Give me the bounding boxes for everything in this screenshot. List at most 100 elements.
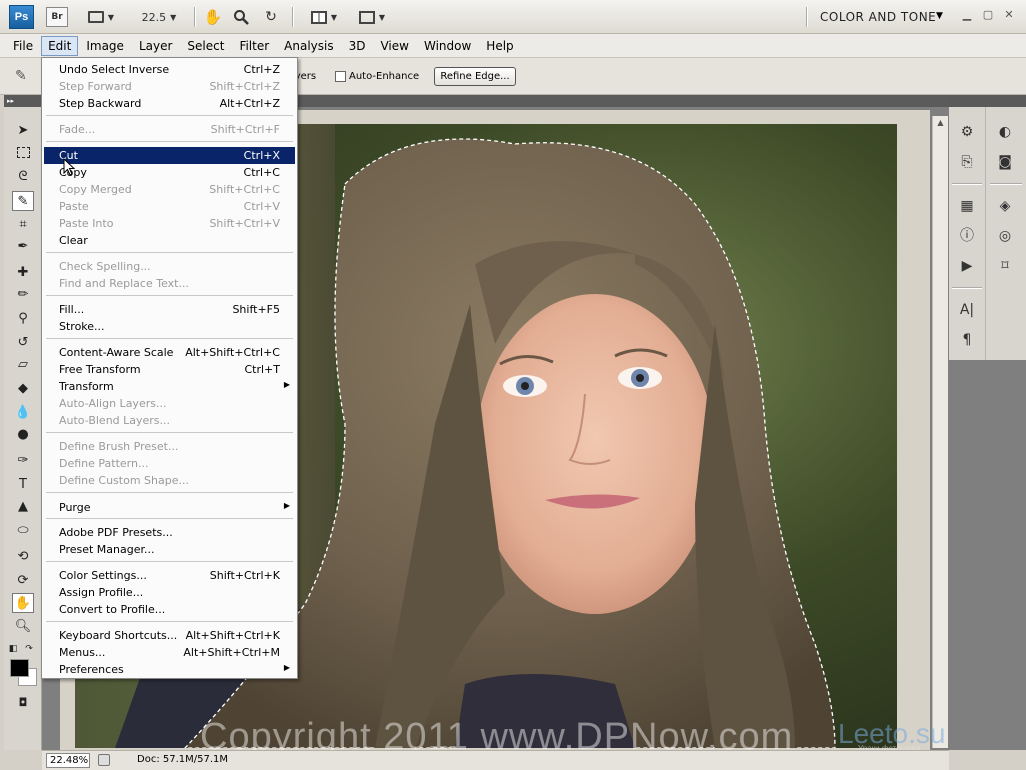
menu-item-auto-align[interactable]: Auto-Align Layers... [44, 395, 295, 412]
zoom-tool-button[interactable] [230, 7, 252, 27]
masks-icon[interactable]: ◙ [993, 151, 1017, 173]
clone-stamp-tool-icon[interactable]: ⚲ [12, 309, 34, 329]
menu-item-step-forward[interactable]: Step Forward Shift+Ctrl+Z [44, 78, 295, 95]
status-info-icon[interactable] [98, 754, 110, 766]
menu-item-convert-profile[interactable]: Convert to Profile... [44, 601, 295, 618]
lasso-tool-icon[interactable]: ᘓ [12, 167, 34, 187]
arrange-documents-button[interactable]: ▼ [304, 7, 344, 27]
menu-item-color-settings[interactable]: Color Settings... Shift+Ctrl+K [44, 567, 295, 584]
scroll-up-arrow-icon[interactable]: ▲ [933, 116, 948, 130]
menu-item-fill[interactable]: Fill... Shift+F5 [44, 301, 295, 318]
layers-icon[interactable]: ◈ [993, 195, 1017, 217]
menu-item-preset-manager[interactable]: Preset Manager... [44, 541, 295, 558]
menu-item-pdf-presets[interactable]: Adobe PDF Presets... [44, 524, 295, 541]
launch-bridge-button[interactable]: Br [46, 7, 68, 27]
blur-tool-icon[interactable]: 💧 [12, 403, 34, 423]
menu-image[interactable]: Image [79, 36, 131, 56]
screen-mode-button[interactable]: ▼ [352, 7, 392, 27]
eyedropper-tool-icon[interactable]: ✒ [12, 237, 34, 257]
adjustments-icon[interactable]: ◐ [993, 121, 1017, 143]
menu-edit[interactable]: Edit [41, 35, 79, 56]
menu-help[interactable]: Help [479, 36, 520, 56]
workspace-switcher[interactable]: COLOR AND TONE [820, 10, 936, 24]
zoom-tool-icon[interactable]: 🔍︎ [12, 617, 34, 637]
menu-item-menus[interactable]: Menus... Alt+Shift+Ctrl+M [44, 644, 295, 661]
menu-item-stroke[interactable]: Stroke... [44, 318, 295, 335]
paint-bucket-tool-icon[interactable]: ◆ [12, 379, 34, 399]
menu-item-copy[interactable]: Copy Ctrl+C [44, 164, 295, 181]
type-tool-icon[interactable]: T [12, 475, 34, 495]
eraser-tool-icon[interactable]: ▱ [12, 355, 34, 375]
vertical-scrollbar[interactable]: ▲ [932, 116, 948, 748]
hand-tool-button[interactable]: ✋ [202, 7, 224, 27]
healing-brush-tool-icon[interactable]: ✚ [12, 263, 34, 283]
shape-tool-icon[interactable]: ⬭ [12, 521, 34, 541]
actions-icon[interactable]: ▶ [955, 255, 979, 277]
menu-item-purge[interactable]: Purge ▶ [44, 499, 295, 516]
menu-item-define-shape[interactable]: Define Custom Shape... [44, 472, 295, 489]
menu-analysis[interactable]: Analysis [277, 36, 340, 56]
menu-item-check-spelling[interactable]: Check Spelling... [44, 258, 295, 275]
zoom-percentage-field[interactable]: 22.48% [46, 753, 90, 768]
quick-mask-icon[interactable]: ◘ [12, 693, 34, 713]
quick-selection-tool-icon[interactable]: ✎ [15, 68, 35, 86]
brush-tool-icon[interactable]: ✏ [12, 285, 34, 305]
menu-item-assign-profile[interactable]: Assign Profile... [44, 584, 295, 601]
paragraph-icon[interactable]: ¶ [955, 329, 979, 351]
history-brush-tool-icon[interactable]: ↺ [12, 333, 34, 353]
menu-window[interactable]: Window [417, 36, 478, 56]
minimize-icon[interactable]: ▁ [960, 9, 974, 23]
menu-item-transform[interactable]: Transform ▶ [44, 378, 295, 395]
info-icon[interactable]: ⓘ [955, 225, 979, 247]
menu-view[interactable]: View [373, 36, 415, 56]
menu-item-preferences[interactable]: Preferences ▶ [44, 661, 295, 678]
channels-icon[interactable]: ◎ [993, 225, 1017, 247]
dodge-tool-icon[interactable]: ● [12, 425, 34, 445]
close-icon[interactable]: ✕ [1002, 9, 1016, 23]
path-selection-tool-icon[interactable]: ▲ [12, 497, 34, 517]
refine-edge-button[interactable]: Refine Edge... [434, 67, 516, 86]
menu-item-undo[interactable]: Undo Select Inverse Ctrl+Z [44, 61, 295, 78]
menu-filter[interactable]: Filter [232, 36, 276, 56]
toolbox-header[interactable]: ▸▸ [4, 95, 42, 107]
maximize-icon[interactable]: ▢ [981, 9, 995, 23]
menu-item-paste[interactable]: Paste Ctrl+V [44, 198, 295, 215]
menu-item-auto-blend[interactable]: Auto-Blend Layers... [44, 412, 295, 429]
foreground-color-swatch[interactable] [10, 659, 29, 677]
menu-item-keyboard-shortcuts[interactable]: Keyboard Shortcuts... Alt+Shift+Ctrl+K [44, 627, 295, 644]
menu-item-paste-into[interactable]: Paste Into Shift+Ctrl+V [44, 215, 295, 232]
menu-item-cut[interactable]: Cut Ctrl+X [44, 147, 295, 164]
menu-item-define-brush[interactable]: Define Brush Preset... [44, 438, 295, 455]
chevron-down-icon[interactable]: ▼ [936, 11, 943, 21]
menu-layer[interactable]: Layer [132, 36, 179, 56]
menu-select[interactable]: Select [180, 36, 231, 56]
menu-3d[interactable]: 3D [342, 36, 373, 56]
move-tool-icon[interactable]: ➤ [12, 121, 34, 141]
tool-presets-icon[interactable]: ⚙ [955, 121, 979, 143]
menu-item-step-backward[interactable]: Step Backward Alt+Ctrl+Z [44, 95, 295, 112]
panel-dock-header[interactable] [949, 95, 1026, 107]
document-size-info[interactable]: Doc: 57.1M/57.1M [137, 754, 228, 765]
3d-rotate-tool-icon[interactable]: ⟲ [12, 547, 34, 567]
default-colors-icon[interactable]: ◧ [6, 639, 20, 659]
histogram-icon[interactable]: ▦ [955, 195, 979, 217]
quick-selection-tool-icon[interactable]: ✎ [12, 191, 34, 211]
crop-tool-icon[interactable]: ⌗ [12, 215, 34, 235]
3d-orbit-tool-icon[interactable]: ⟳ [12, 571, 34, 591]
paths-icon[interactable]: ⌑ [993, 255, 1017, 277]
menu-item-content-aware-scale[interactable]: Content-Aware Scale Alt+Shift+Ctrl+C [44, 344, 295, 361]
swap-colors-icon[interactable]: ↷ [22, 639, 36, 659]
marquee-tool-icon[interactable] [12, 145, 34, 165]
menu-item-fade[interactable]: Fade... Shift+Ctrl+F [44, 121, 295, 138]
menu-item-clear[interactable]: Clear [44, 232, 295, 249]
character-icon[interactable]: A| [955, 299, 979, 321]
zoom-level-dropdown[interactable]: 22.5 ▼ [134, 7, 184, 27]
menu-item-define-pattern[interactable]: Define Pattern... [44, 455, 295, 472]
view-extras-button[interactable]: ▼ [80, 7, 122, 27]
hand-tool-icon[interactable]: ✋ [12, 593, 34, 613]
pen-tool-icon[interactable]: ✑ [12, 451, 34, 471]
auto-enhance-checkbox[interactable] [335, 71, 346, 82]
menu-item-free-transform[interactable]: Free Transform Ctrl+T [44, 361, 295, 378]
menu-item-copy-merged[interactable]: Copy Merged Shift+Ctrl+C [44, 181, 295, 198]
menu-file[interactable]: File [6, 36, 40, 56]
